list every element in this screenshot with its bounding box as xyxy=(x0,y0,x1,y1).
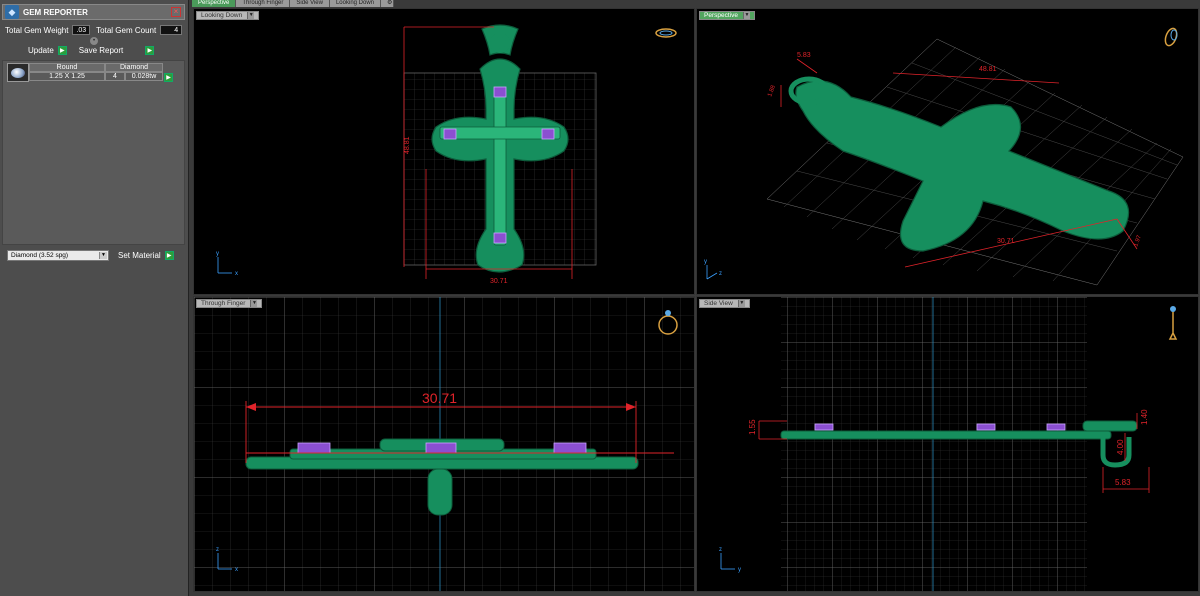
gem-weight: 0.028tw xyxy=(125,72,163,81)
gem-thumbnail-icon xyxy=(7,63,29,82)
play-arrow-icon: ▶ xyxy=(57,46,67,55)
cross-model xyxy=(788,76,1130,252)
gem-reporter-panel: ◆ GEM REPORTER × Total Gem Weight .03 To… xyxy=(0,0,189,596)
app-window: ◆ GEM REPORTER × Total Gem Weight .03 To… xyxy=(0,0,1200,596)
grid-major xyxy=(781,297,1087,591)
expand-toggle-icon[interactable]: • xyxy=(90,37,98,45)
ring-orientation-icon xyxy=(655,28,677,38)
dim-a-text: 5.83 xyxy=(797,52,811,59)
side-view-scene: 1.55 1.40 4.00 5.83 z y xyxy=(719,297,1178,591)
total-weight-label: Total Gem Weight xyxy=(5,25,69,35)
axis-y-label: y xyxy=(216,251,219,257)
axis-z-label: z xyxy=(719,271,722,277)
gem-row-arrow-icon[interactable]: ▶ xyxy=(164,73,173,82)
dim-width-text: 30.71 xyxy=(490,278,508,285)
viewport-label-perspective[interactable]: Perspective ▼ xyxy=(699,11,755,20)
total-count-label: Total Gem Count xyxy=(96,25,157,35)
through-finger-scene: 30.71 z x xyxy=(194,297,694,591)
gem-table-row[interactable]: Round 1.25 X 1.25 Diamond 4 0.028tw ▶ xyxy=(7,63,173,82)
viewport-perspective[interactable]: 5.83 1.88 48.81 30.71 1.97 y z Perspecti… xyxy=(696,8,1199,295)
play-arrow-icon: ▶ xyxy=(145,46,155,55)
gem-reporter-logo-icon: ◆ xyxy=(5,5,19,19)
save-report-label: Save Report xyxy=(78,46,124,55)
dim-height-text: 1.55 xyxy=(748,419,757,435)
axis-z-label: z xyxy=(719,547,722,553)
gem-shape-header: Round xyxy=(29,63,105,72)
chevron-down-icon: ▼ xyxy=(737,300,745,307)
axis-y-label: y xyxy=(738,567,741,573)
dim-loop-text: 4.00 xyxy=(1116,439,1125,455)
perspective-scene: 5.83 1.88 48.81 30.71 1.97 y z xyxy=(704,27,1184,286)
dim-e-text: 1.97 xyxy=(1133,234,1143,248)
viewport-looking-down[interactable]: 30.71 48.81 y x Looking Down ▼ xyxy=(193,8,695,295)
tab-side-view[interactable]: Side View xyxy=(290,0,330,7)
tab-settings-icon[interactable]: ⚙ xyxy=(381,0,394,7)
chevron-down-icon: ▼ xyxy=(99,252,107,259)
weight-row: Total Gem Weight .03 Total Gem Count 4 xyxy=(5,25,183,35)
viewport-side-view[interactable]: 1.55 1.40 4.00 5.83 z y Side View ▼ xyxy=(696,296,1199,592)
material-select-value: Diamond (3.52 spg) xyxy=(11,252,69,259)
ring-orientation-icon xyxy=(1164,27,1178,47)
chevron-down-icon: ▼ xyxy=(742,12,750,19)
viewport-label-looking-down[interactable]: Looking Down ▼ xyxy=(196,11,260,20)
tab-perspective[interactable]: Perspective xyxy=(192,0,237,7)
chevron-down-icon: ▼ xyxy=(247,12,255,19)
dim-d-text: 1.88 xyxy=(767,84,777,98)
action-row: Update ▶ Save Report ▶ xyxy=(28,46,155,55)
dim-height-text: 48.81 xyxy=(404,136,411,154)
ring-orientation-icon xyxy=(1168,306,1178,340)
looking-down-scene: 30.71 48.81 y x xyxy=(216,24,677,285)
dim-top-text: 1.40 xyxy=(1140,409,1149,425)
axis-x-label: x xyxy=(235,567,238,573)
total-count-value: 4 xyxy=(160,25,183,35)
axis-y-label: y xyxy=(704,259,707,265)
dim-c-text: 30.71 xyxy=(997,238,1015,245)
viewport-label-side-view[interactable]: Side View ▼ xyxy=(699,299,750,308)
view-tabs: Perspective Through Finger Side View Loo… xyxy=(192,0,394,7)
chevron-down-icon: ▼ xyxy=(250,300,258,307)
tab-through-finger[interactable]: Through Finger xyxy=(236,0,291,7)
gem-type-header: Diamond xyxy=(105,63,163,72)
update-button[interactable]: Update ▶ xyxy=(28,46,67,55)
panel-title: GEM REPORTER xyxy=(23,7,88,17)
play-arrow-icon: ▶ xyxy=(164,251,174,260)
set-material-button[interactable]: Set Material ▶ xyxy=(118,251,174,260)
axis-z-label: z xyxy=(216,547,219,553)
material-select[interactable]: Diamond (3.52 spg) ▼ xyxy=(7,250,109,261)
total-weight-value: .03 xyxy=(72,25,91,35)
tab-looking-down[interactable]: Looking Down xyxy=(329,0,381,7)
panel-header: ◆ GEM REPORTER × xyxy=(2,4,185,20)
gem-size: 1.25 X 1.25 xyxy=(29,72,105,81)
gem-count: 4 xyxy=(105,72,125,81)
dim-b-text: 48.81 xyxy=(979,66,997,73)
axis-x-label: x xyxy=(235,271,238,277)
save-report-button[interactable]: Save Report ▶ xyxy=(78,46,155,55)
close-icon[interactable]: × xyxy=(171,7,181,17)
gem-list-area: Round 1.25 X 1.25 Diamond 4 0.028tw ▶ xyxy=(2,60,185,245)
dim-bottom-text: 5.83 xyxy=(1115,478,1131,487)
axis-gizmo xyxy=(217,257,232,274)
axis-gizmo xyxy=(706,265,718,280)
axis-gizmo xyxy=(720,553,735,570)
viewport-through-finger[interactable]: 30.71 z x Through Finger ▼ xyxy=(193,296,695,592)
dim-width-text: 30.71 xyxy=(422,390,457,406)
set-material-label: Set Material xyxy=(118,251,161,260)
viewport-label-through-finger[interactable]: Through Finger ▼ xyxy=(196,299,263,308)
update-label: Update xyxy=(28,46,54,55)
